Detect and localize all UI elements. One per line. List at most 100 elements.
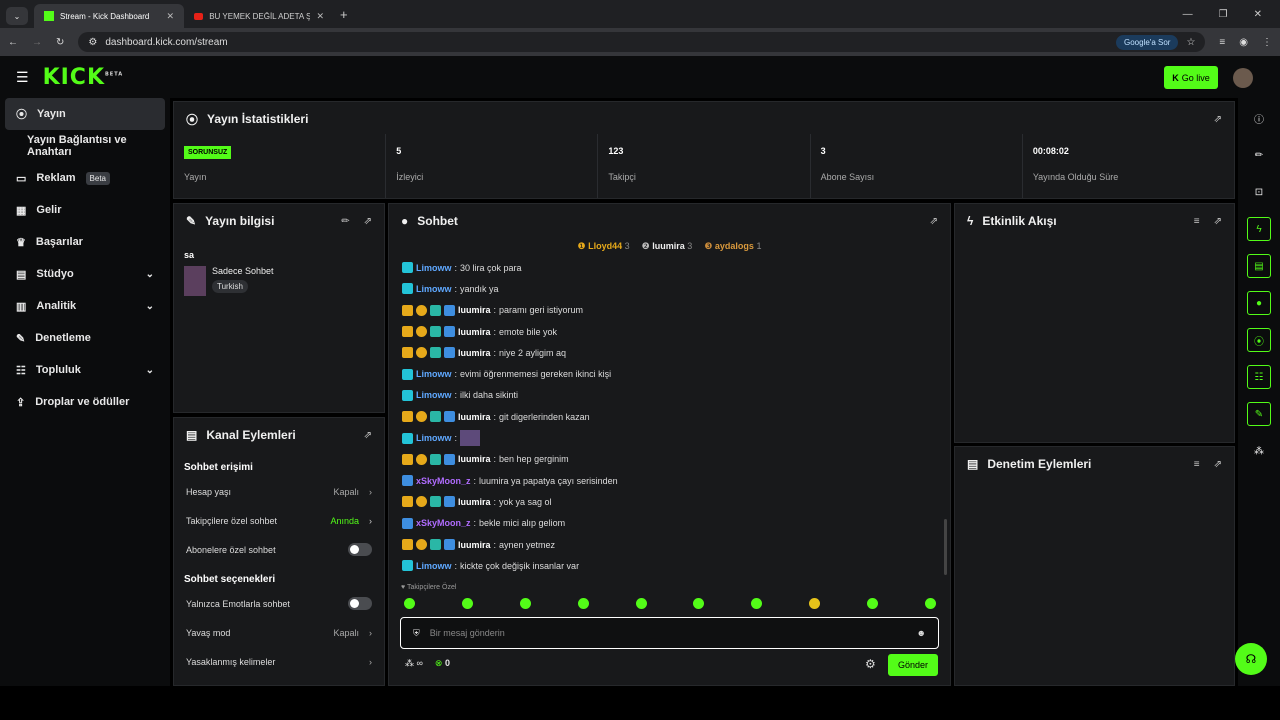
chat-username[interactable]: Limoww	[416, 369, 452, 379]
emote-only-toggle[interactable]	[348, 597, 372, 610]
sidebar-item-reklam[interactable]: ▭ Reklam Beta	[0, 162, 170, 194]
emote-icon[interactable]	[693, 598, 705, 609]
chat-username[interactable]: Limoww	[416, 390, 452, 400]
lightning-icon[interactable]: ϟ	[1247, 217, 1271, 241]
emote-icon[interactable]	[461, 598, 473, 609]
emote-icon[interactable]	[577, 598, 589, 609]
chat-message[interactable]: Limoww:30 lira çok para	[389, 257, 950, 278]
chat-message[interactable]: Limoww: evimi öğrenmemesi gereken ikinci …	[389, 363, 950, 384]
option-subs-only[interactable]: Abonelere özel sohbet	[174, 535, 384, 564]
chat-message[interactable]: Limoww:	[389, 427, 950, 448]
top-gifter-3[interactable]: ❸ aydalogs 1	[704, 241, 761, 252]
chat-username[interactable]: Limoww	[416, 561, 452, 571]
hamburger-menu-icon[interactable]: ☰	[16, 69, 29, 86]
address-bar[interactable]: ⚙ dashboard.kick.com/stream Google'a Sor…	[78, 32, 1206, 52]
chat-username[interactable]: Limoww	[416, 263, 452, 273]
site-info-icon[interactable]: ⚙	[88, 37, 97, 48]
help-support-icon[interactable]: ☊	[1235, 643, 1267, 675]
user-avatar[interactable]	[1233, 68, 1253, 88]
chat-username[interactable]: luumira	[458, 497, 491, 507]
emoji-picker-icon[interactable]: ☻	[917, 628, 926, 638]
close-tab-icon[interactable]: ✕	[316, 11, 324, 22]
emote-icon[interactable]	[519, 598, 531, 609]
chat-scrollbar[interactable]	[944, 519, 947, 575]
actions-icon[interactable]: ☷	[1247, 365, 1271, 389]
popout-icon[interactable]: ⇗	[364, 216, 372, 227]
top-gifter-1[interactable]: ❶ Lloyd44 3	[578, 241, 630, 252]
chat-message[interactable]: luumira: git digerlerinden kazan	[389, 406, 950, 427]
emote-icon[interactable]	[809, 598, 821, 609]
edit-pencil-icon[interactable]: ✏	[341, 216, 349, 227]
chat-message[interactable]: luumira: emote bile yok	[389, 321, 950, 342]
minimize-icon[interactable]: —	[1183, 9, 1193, 20]
sidebar-item-yayin[interactable]: ⦿ Yayın	[5, 98, 165, 130]
forward-icon[interactable]: →	[32, 37, 42, 48]
chat-message[interactable]: luumira: ben hep gerginim	[389, 449, 950, 470]
sidebar-item-denetleme[interactable]: ✎ Denetleme	[0, 322, 170, 354]
tab-kick-dashboard[interactable]: Stream - Kick Dashboard ✕	[34, 4, 184, 28]
emote-icon[interactable]	[751, 598, 763, 609]
back-icon[interactable]: ←	[8, 37, 18, 48]
new-tab-icon[interactable]: +	[340, 7, 348, 22]
broadcast-icon[interactable]: ⦿	[1247, 328, 1271, 352]
chat-username[interactable]: xSkyMoon_z	[416, 518, 471, 528]
kick-logo[interactable]: KICKBETA	[43, 65, 124, 90]
capture-icon[interactable]: ⊡	[1247, 180, 1271, 204]
option-account-age[interactable]: Hesap yaşı Kapalı ›	[174, 477, 384, 506]
emote-icon[interactable]	[867, 598, 878, 609]
menu-dots-icon[interactable]: ⋮	[1262, 37, 1272, 48]
kick-points[interactable]: ⊗ 0	[435, 658, 450, 669]
chat-username[interactable]: luumira	[458, 327, 491, 337]
reload-icon[interactable]: ↻	[56, 37, 64, 48]
close-tab-icon[interactable]: ✕	[166, 11, 174, 22]
popout-icon[interactable]: ⇗	[1214, 114, 1222, 125]
chat-username[interactable]: Limoww	[416, 433, 452, 443]
send-button[interactable]: Gönder	[888, 654, 938, 676]
sidebar-item-droplar[interactable]: ⇪ Droplar ve ödüller	[0, 386, 170, 418]
profile-icon[interactable]: ◉	[1239, 37, 1248, 48]
wrench-icon[interactable]: ✎	[1247, 402, 1271, 426]
emote-icon[interactable]	[404, 598, 415, 609]
emote-icon[interactable]	[635, 598, 647, 609]
sidebar-item-basarilar[interactable]: ♛ Başarılar	[0, 226, 170, 258]
option-emote-only[interactable]: Yalnızca Emotlarla sohbet	[174, 589, 384, 618]
chat-message-input[interactable]: ⛨ Bir mesaj gönderin ☻	[400, 617, 939, 649]
sidebar-item-analitik[interactable]: ▥ Analitik ⌄	[0, 290, 170, 322]
edit-pencil-icon[interactable]: ✏	[1247, 143, 1271, 167]
chat-username[interactable]: luumira	[458, 454, 491, 464]
chat-settings-gear-icon[interactable]: ⚙	[865, 657, 876, 671]
info-icon[interactable]: ⓘ	[1247, 106, 1271, 130]
popout-icon[interactable]: ⇗	[1214, 459, 1222, 470]
close-window-icon[interactable]: ✕	[1254, 9, 1262, 20]
popout-icon[interactable]: ⇗	[1214, 216, 1222, 227]
subs-only-toggle[interactable]	[348, 543, 372, 556]
chat-message[interactable]: xSkyMoon_z: luumira ya papatya çayı seris…	[389, 470, 950, 491]
option-followers-only[interactable]: Takipçilere özel sohbet Anında ›	[174, 506, 384, 535]
channel-points-icon[interactable]: ⁂ ∞	[405, 658, 423, 669]
sidebar-item-gelir[interactable]: ▦ Gelir	[0, 194, 170, 226]
chat-message[interactable]: luumira: yok ya sag ol	[389, 491, 950, 512]
chat-username[interactable]: luumira	[458, 305, 491, 315]
filter-icon[interactable]: ≡	[1194, 216, 1200, 227]
go-live-button[interactable]: K Go live	[1164, 66, 1218, 89]
chat-username[interactable]: luumira	[458, 412, 491, 422]
channel-points-icon[interactable]: ⁂	[1247, 439, 1271, 463]
chat-message[interactable]: Limoww: kickte çok değişik insanlar var	[389, 555, 950, 576]
chat-username[interactable]: xSkyMoon_z	[416, 476, 471, 486]
option-banned-words[interactable]: Yasaklanmış kelimeler ›	[174, 647, 384, 676]
option-slow-mode[interactable]: Yavaş mod Kapalı ›	[174, 618, 384, 647]
chat-username[interactable]: luumira	[458, 540, 491, 550]
tab-search-icon[interactable]: ⌄	[6, 7, 28, 25]
reading-list-icon[interactable]: ≡	[1219, 37, 1225, 48]
chat-username[interactable]: Limoww	[416, 284, 452, 294]
chat-message[interactable]: Limoww: yandık ya	[389, 278, 950, 299]
google-ask-button[interactable]: Google'a Sor	[1116, 34, 1179, 50]
top-gifter-2[interactable]: ❷ luumira 3	[642, 241, 693, 252]
tab-youtube[interactable]: BU YEMEK DEĞİL ADETA ŞÖLEN ✕	[184, 4, 334, 28]
sidebar-item-stream-key[interactable]: Yayın Bağlantısı ve Anahtarı	[0, 130, 170, 162]
sidebar-item-studyo[interactable]: ▤ Stüdyo ⌄	[0, 258, 170, 290]
chat-username[interactable]: luumira	[458, 348, 491, 358]
emote-icon[interactable]	[924, 598, 936, 609]
chat-message[interactable]: xSkyMoon_z: bekle mici alıp geliom	[389, 513, 950, 534]
document-icon[interactable]: ▤	[1247, 254, 1271, 278]
